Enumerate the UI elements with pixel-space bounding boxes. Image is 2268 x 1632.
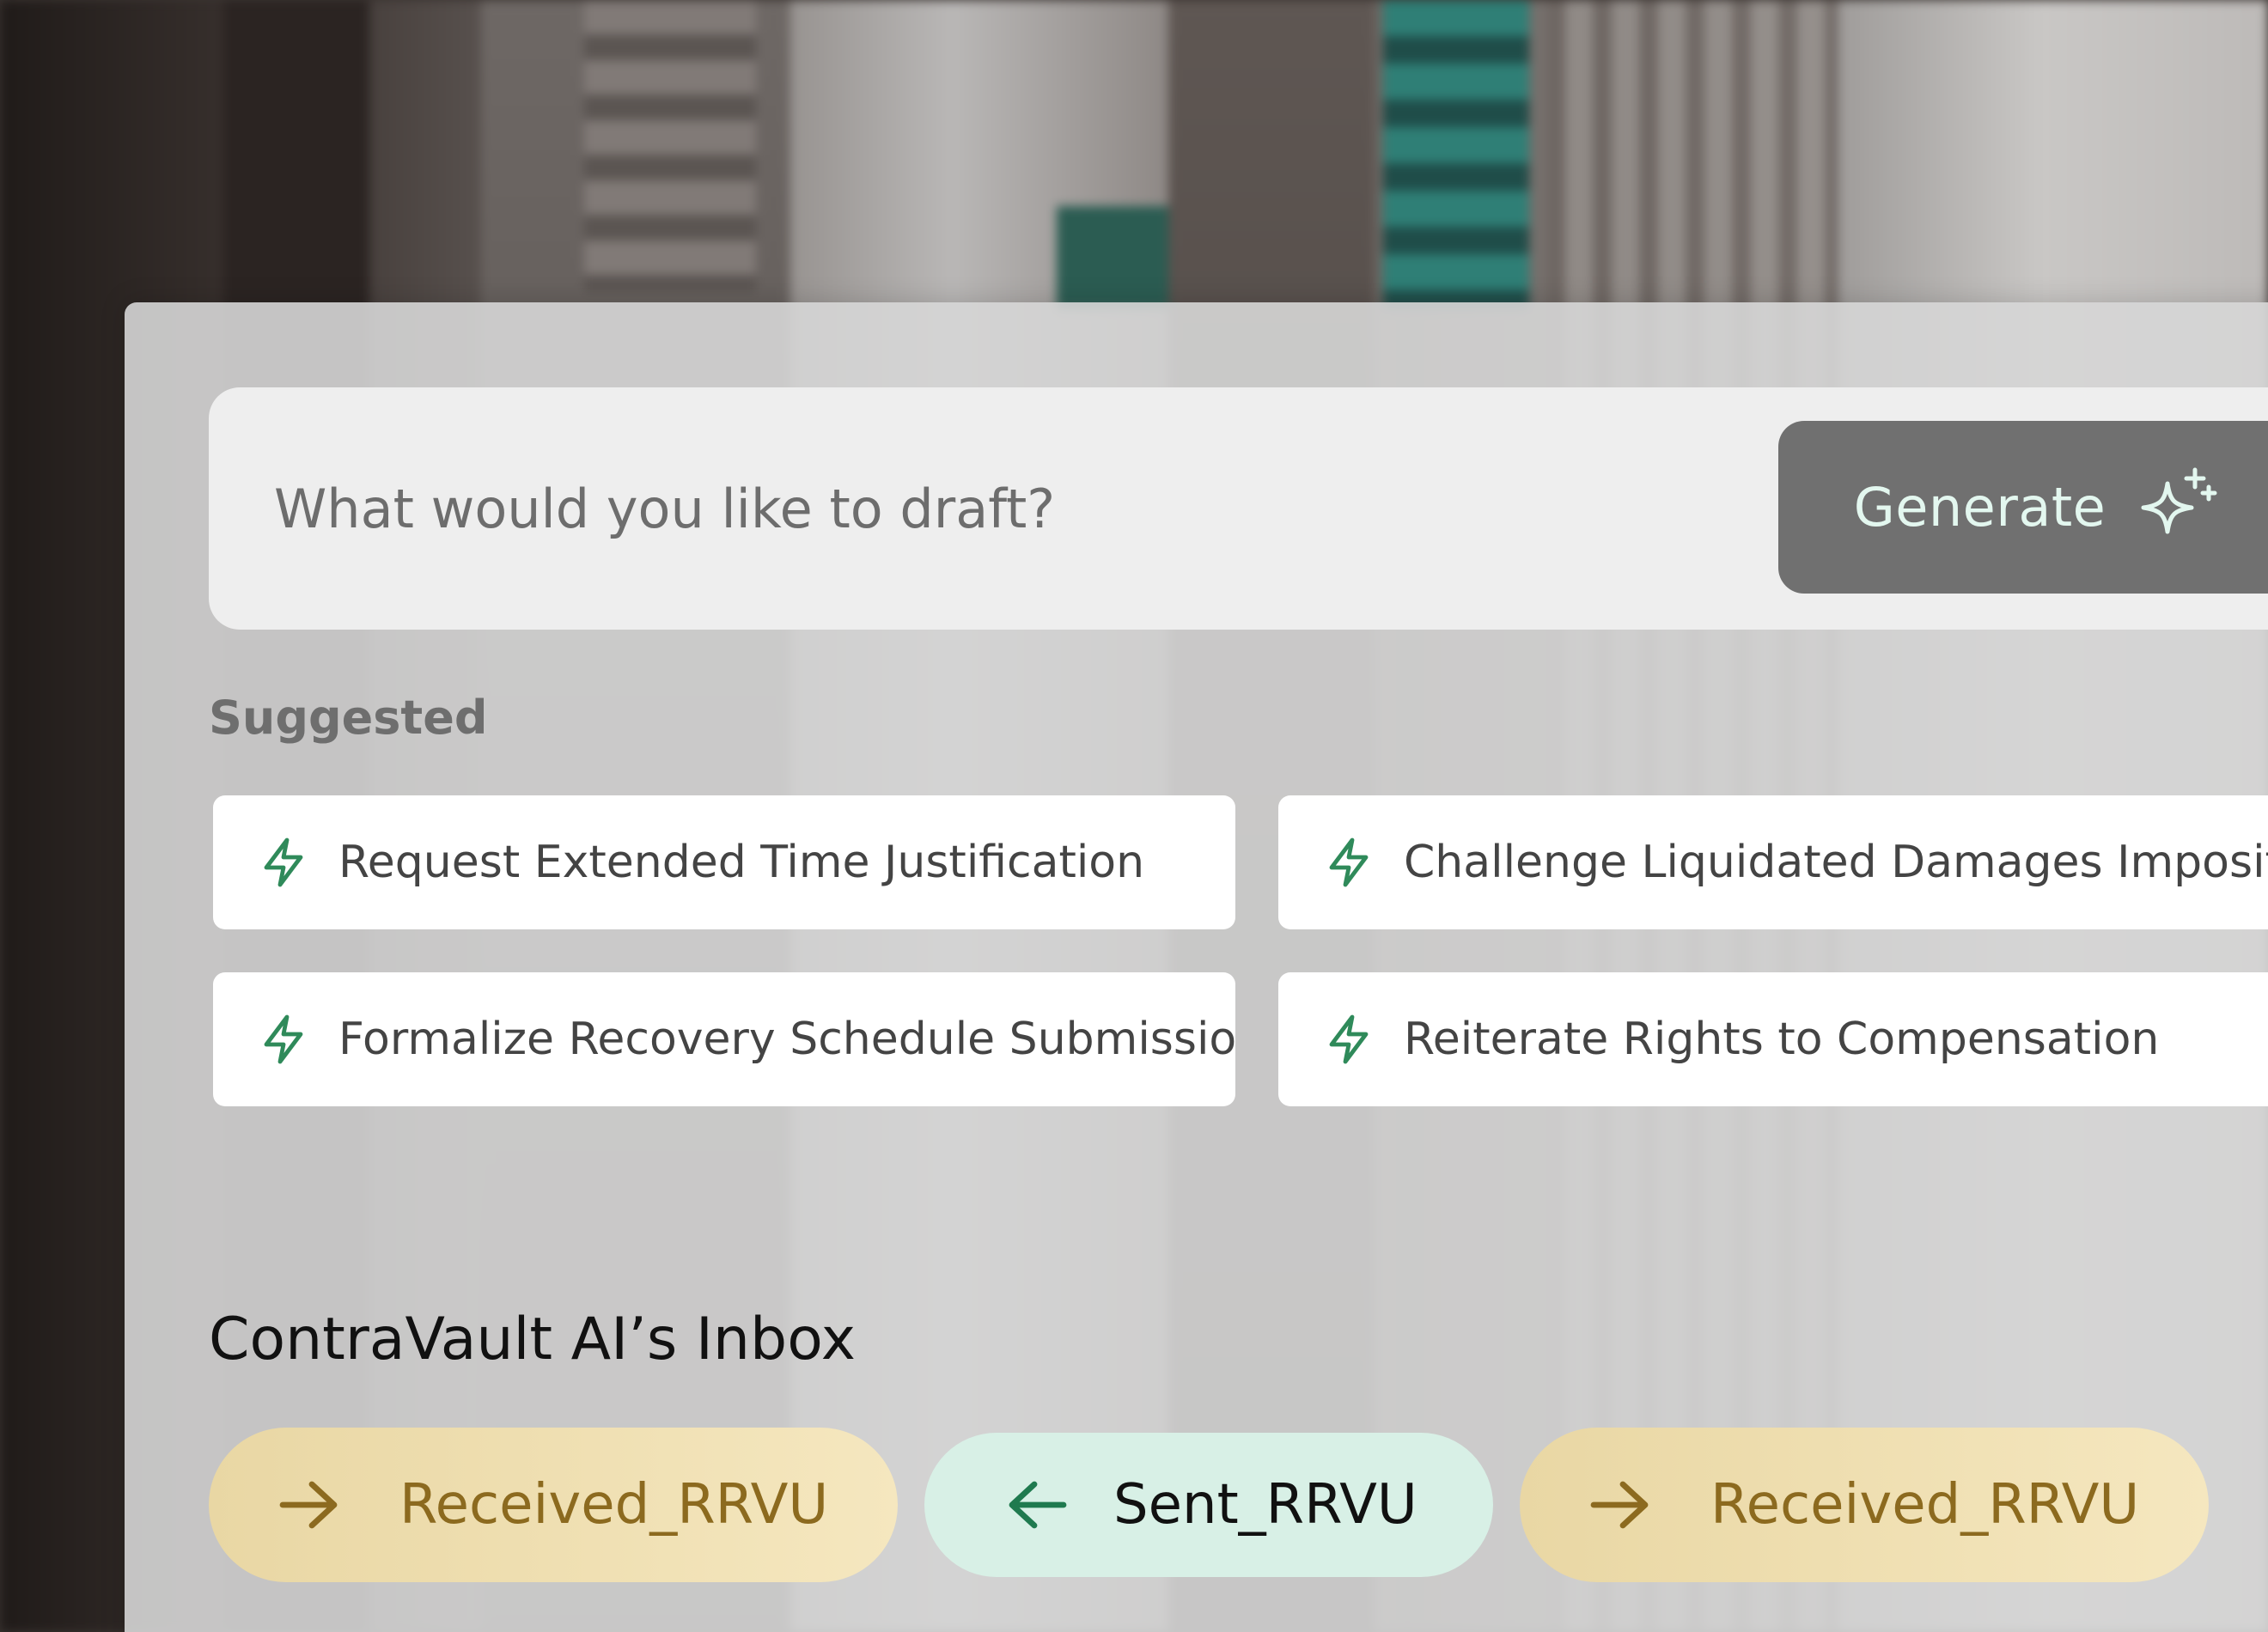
arrow-left-icon xyxy=(1009,1481,1067,1529)
suggestion-chip[interactable]: Formalize Recovery Schedule Submission xyxy=(213,972,1235,1106)
inbox-item-received[interactable]: Received_RRVU xyxy=(1520,1428,2209,1582)
suggestion-label: Request Extended Time Justification xyxy=(338,837,1145,888)
suggestion-list: Request Extended Time Justification Chal… xyxy=(213,795,2268,1156)
inbox-item-label: Received_RRVU xyxy=(1710,1473,2140,1537)
generate-button[interactable]: Generate xyxy=(1778,421,2268,594)
draft-prompt-input[interactable] xyxy=(209,387,1755,630)
draft-panel: Generate Suggested Request Extended Time… xyxy=(125,302,2268,1632)
arrow-right-icon xyxy=(1590,1481,1649,1529)
inbox-item-received[interactable]: Received_RRVU xyxy=(209,1428,898,1582)
generate-button-label: Generate xyxy=(1853,476,2106,539)
prompt-bar: Generate xyxy=(209,387,2268,630)
suggested-heading: Suggested xyxy=(209,691,488,745)
screen: Generate Suggested Request Extended Time… xyxy=(0,0,2268,1632)
bolt-icon xyxy=(264,1014,303,1064)
suggestion-label: Formalize Recovery Schedule Submission xyxy=(338,1014,1235,1065)
bolt-icon xyxy=(264,837,303,887)
suggestion-chip[interactable]: Reiterate Rights to Compensation xyxy=(1278,972,2268,1106)
inbox-item-label: Received_RRVU xyxy=(399,1473,829,1537)
suggestion-label: Challenge Liquidated Damages Imposition xyxy=(1404,837,2268,888)
suggestion-chip[interactable]: Challenge Liquidated Damages Imposition xyxy=(1278,795,2268,929)
inbox-heading: ContraVault AI’s Inbox xyxy=(209,1306,856,1373)
bolt-icon xyxy=(1329,1014,1369,1064)
bolt-icon xyxy=(1329,837,1369,887)
sparkle-icon xyxy=(2141,467,2217,533)
suggestion-label: Reiterate Rights to Compensation xyxy=(1404,1014,2160,1065)
inbox-item-label: Sent_RRVU xyxy=(1113,1473,1418,1537)
suggestion-chip[interactable]: Request Extended Time Justification xyxy=(213,795,1235,929)
arrow-right-icon xyxy=(279,1481,338,1529)
inbox-item-sent[interactable]: Sent_RRVU xyxy=(924,1433,1493,1577)
